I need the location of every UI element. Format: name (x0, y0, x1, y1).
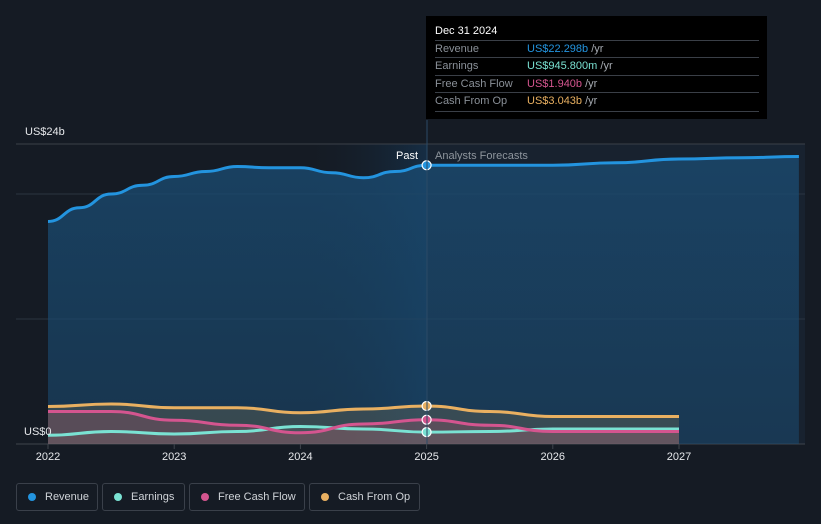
tooltip-amount: US$945.800m (527, 60, 598, 72)
x-tick-label: 2027 (666, 451, 692, 463)
x-tick-label: 2025 (414, 451, 439, 463)
tooltip-row-revenue: Revenue US$22.298b /yr (435, 40, 759, 58)
tooltip-value: US$22.298b /yr (527, 41, 603, 58)
tooltip-unit: /yr (585, 95, 598, 107)
y-tick-label-bottom: US$0 (24, 426, 52, 438)
tooltip-divider (435, 111, 759, 112)
tooltip: Dec 31 2024 Revenue US$22.298b /yr Earni… (426, 16, 767, 119)
cash-from-op-dot-icon (321, 493, 329, 501)
earnings-dot-icon (114, 493, 122, 501)
legend-free-cash-flow[interactable]: Free Cash Flow (189, 483, 305, 511)
tooltip-row-earnings: Earnings US$945.800m /yr (435, 57, 759, 75)
legend-label: Free Cash Flow (218, 491, 296, 503)
y-tick-label-top: US$24b (25, 126, 65, 138)
tooltip-amount: US$22.298b (527, 43, 589, 55)
tooltip-row-free-cash-flow: Free Cash Flow US$1.940b /yr (435, 75, 759, 93)
x-tick-label: 2022 (35, 451, 61, 463)
legend-earnings[interactable]: Earnings (102, 483, 185, 511)
forecast-label: Analysts Forecasts (435, 150, 528, 162)
x-tick-label: 2023 (161, 451, 187, 463)
legend-label: Earnings (131, 491, 175, 503)
tooltip-value: US$3.043b /yr (527, 93, 597, 110)
tooltip-value: US$945.800m /yr (527, 58, 613, 75)
free-cash-flow-dot-icon (201, 493, 209, 501)
tooltip-label: Cash From Op (435, 95, 508, 107)
tooltip-unit: /yr (585, 78, 598, 90)
revenue-dot-icon (28, 493, 36, 501)
legend-label: Cash From Op (338, 491, 411, 503)
tooltip-amount: US$1.940b (527, 78, 583, 90)
x-tick-label: 2026 (540, 451, 566, 463)
legend-label: Revenue (45, 491, 90, 503)
revenue-area (48, 156, 799, 444)
tooltip-value: US$1.940b /yr (527, 76, 597, 93)
legend-cash-from-op[interactable]: Cash From Op (309, 483, 420, 511)
x-tick-label: 2024 (288, 451, 313, 463)
legend-revenue[interactable]: Revenue (16, 483, 98, 511)
past-label: Past (396, 150, 419, 162)
tooltip-label: Earnings (435, 60, 479, 72)
tooltip-row-cash-from-op: Cash From Op US$3.043b /yr (435, 92, 759, 110)
tooltip-unit: /yr (591, 43, 604, 55)
tooltip-unit: /yr (600, 60, 613, 72)
tooltip-label: Revenue (435, 43, 480, 55)
tooltip-label: Free Cash Flow (435, 78, 513, 90)
tooltip-date: Dec 31 2024 (435, 25, 498, 37)
tooltip-amount: US$3.043b (527, 95, 583, 107)
